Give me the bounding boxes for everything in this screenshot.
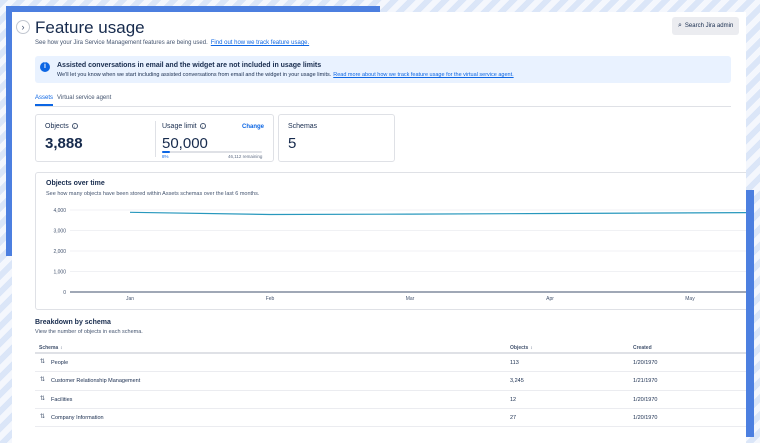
breakdown-title: Breakdown by schema: [35, 319, 111, 326]
schema-icon: ⇅: [40, 395, 46, 402]
table-row[interactable]: ⇅ Customer Relationship Management 3,245…: [35, 372, 746, 391]
page-description-text: See how your Jira Service Management fea…: [35, 40, 208, 46]
column-objects-label: Objects: [510, 345, 529, 351]
schema-breakdown-table: Schema ↕ Objects ↕ Created ⇅ People 113 1/…: [35, 344, 746, 428]
usage-progress-fill: [162, 151, 170, 153]
info-icon[interactable]: i: [199, 123, 206, 130]
schema-icon: ⇅: [40, 377, 46, 384]
info-icon[interactable]: i: [71, 123, 78, 130]
y-tick-label: 4,000: [53, 208, 66, 214]
usage-limit-label-text: Usage limit: [162, 123, 197, 130]
y-tick-label: 0: [63, 290, 66, 296]
usage-limit-label: Usage limit i: [162, 123, 206, 130]
schema-icon: ⇅: [40, 359, 46, 365]
schema-created: 1/20/1970: [633, 414, 658, 421]
schema-objects: 27: [510, 414, 517, 421]
objects-usage-card: Objects i 3,888 Usage limit i Change 50,00…: [35, 114, 274, 162]
page-description: See how your Jira Service Management fea…: [35, 40, 309, 46]
expand-sidebar-button[interactable]: ›: [16, 20, 30, 34]
table-row[interactable]: ⇅ People 113 1/20/1970: [35, 354, 746, 373]
schema-name[interactable]: Customer Relationship Management: [51, 378, 140, 384]
schemas-label: Schemas: [288, 123, 318, 130]
banner-title: Assisted conversations in email and the …: [57, 62, 322, 69]
x-tick-label: Apr: [546, 296, 554, 302]
card-divider: [155, 121, 156, 157]
y-tick-label: 3,000: [53, 229, 66, 235]
column-header-schema[interactable]: Schema ↕: [39, 345, 62, 351]
x-tick-label: Feb: [266, 296, 275, 302]
x-tick-label: Mar: [406, 296, 415, 302]
chevron-right-icon: ›: [21, 22, 25, 32]
column-schema-label: Schema: [39, 345, 59, 351]
tab-virtual-service-agent[interactable]: Virtual service agent: [57, 95, 111, 104]
info-icon: i: [40, 62, 50, 72]
column-header-created: Created: [633, 345, 652, 351]
schema-name[interactable]: Facilities: [51, 397, 72, 403]
schema-name[interactable]: People: [51, 360, 68, 366]
column-header-objects[interactable]: Objects ↕: [510, 345, 533, 351]
table-header: Schema ↕ Objects ↕ Created: [35, 344, 746, 354]
schema-objects: 3,245: [510, 378, 524, 385]
usage-limit-value: 50,000: [162, 135, 208, 152]
search-icon: ⌕: [678, 22, 682, 29]
y-tick-label: 1,000: [53, 270, 66, 276]
schema-created: 1/21/1970: [633, 378, 658, 385]
schema-created: 1/20/1970: [633, 360, 658, 366]
sort-icon: ↕: [530, 345, 533, 350]
objects-label-text: Objects: [45, 123, 69, 130]
y-tick-label: 2,000: [53, 249, 66, 255]
usage-progress-bar: [162, 151, 262, 153]
change-limit-link[interactable]: Change: [242, 124, 264, 130]
objects-over-time-card: Objects over time See how many objects h…: [35, 172, 746, 310]
schemas-value: 5: [288, 135, 297, 152]
usage-progress-percent: 8%: [162, 154, 169, 159]
sort-icon: ↕: [60, 345, 63, 350]
objects-value: 3,888: [45, 135, 83, 152]
tab-assets[interactable]: Assets: [35, 95, 54, 106]
schema-icon: ⇅: [40, 413, 46, 420]
track-feature-usage-link[interactable]: Find out how we track feature usage.: [211, 40, 309, 46]
schemas-card: Schemas 5: [278, 114, 395, 162]
breakdown-subtitle: View the number of objects in each schem…: [35, 329, 143, 335]
x-tick-label: May: [685, 296, 695, 302]
info-banner: i Assisted conversations in email and th…: [35, 56, 731, 83]
feature-tabs: Assets Virtual service agent: [35, 95, 731, 107]
objects-series-line[interactable]: [129, 211, 746, 216]
schema-name[interactable]: Company Information: [51, 415, 104, 421]
schema-objects: 113: [510, 360, 519, 366]
schema-objects: 12: [510, 396, 517, 403]
page-title: Feature usage: [35, 18, 145, 37]
virtual-agent-usage-link[interactable]: Read more about how we track feature usa…: [333, 72, 513, 78]
table-row[interactable]: ⇅ Facilities 12 1/20/1970: [35, 391, 746, 409]
x-tick-label: Jan: [126, 296, 134, 302]
search-jira-admin-label: Search Jira admin: [684, 23, 734, 29]
schema-created: 1/20/1970: [633, 396, 658, 403]
table-row[interactable]: ⇅ Company Information 27 1/20/1970: [35, 409, 746, 428]
objects-label: Objects i: [45, 123, 78, 130]
banner-text: We'll let you know when we start includi…: [57, 72, 514, 78]
objects-line-chart: 4,000 3,000 2,000 1,000 0 Jan Feb Mar Apr May: [53, 208, 746, 302]
search-jira-admin-button[interactable]: ⌕ Search Jira admin: [672, 17, 740, 35]
usage-remaining: 46,112 remaining: [228, 154, 263, 159]
feature-usage-page: › Feature usage ⌕ Search Jira admin See …: [12, 12, 746, 443]
banner-message: We'll let you know when we start includi…: [57, 72, 332, 78]
